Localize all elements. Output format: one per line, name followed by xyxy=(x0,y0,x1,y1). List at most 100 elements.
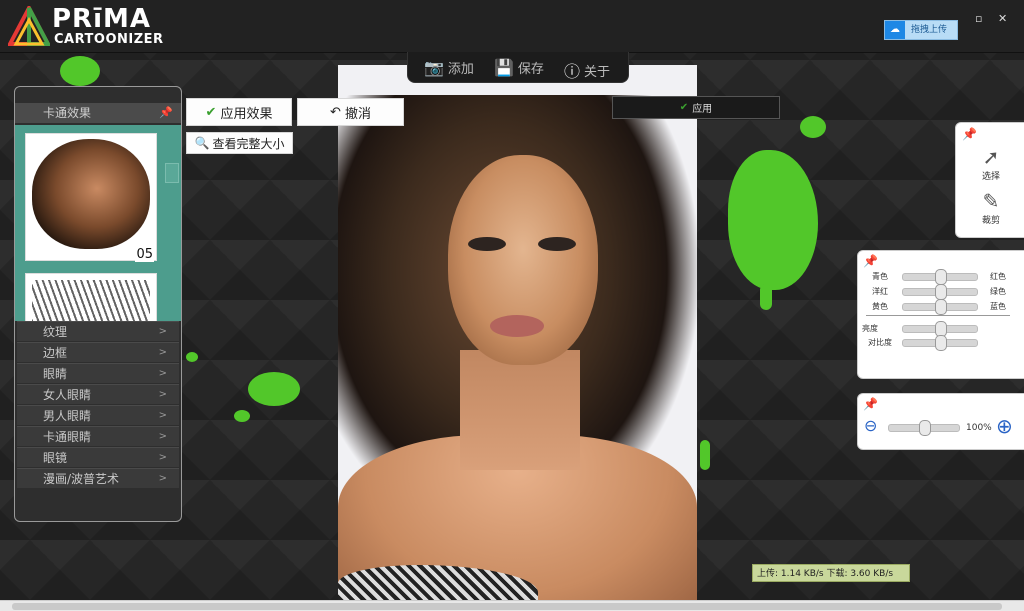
effects-panel: 卡通效果 📌 05 纹理 > 边框 > 眼睛 > 女人眼睛 > 男人眼睛 > 卡通眼睛 > … xyxy=(14,86,182,522)
cyan-label: 青色 xyxy=(872,272,888,281)
scrollbar-thumb[interactable] xyxy=(12,603,1002,610)
category-cartoon-eyes[interactable]: 卡通眼睛 > xyxy=(17,426,179,446)
network-status: 上传: 1.14 KB/s 下载: 3.60 KB/s xyxy=(752,564,910,582)
cloud-upload-icon: ☁ xyxy=(885,21,905,39)
save-button[interactable]: 💾 保存 xyxy=(494,58,544,77)
select-tool-label: 选择 xyxy=(981,172,1000,182)
divider xyxy=(866,315,1010,316)
undo-button[interactable]: ↶ 撤消 xyxy=(297,98,404,126)
pin-icon[interactable]: 📌 xyxy=(863,397,878,411)
thumbnail-portrait xyxy=(32,139,150,249)
category-label: 男人眼睛 xyxy=(43,409,92,423)
effects-panel-header[interactable]: 卡通效果 📌 xyxy=(15,103,181,123)
drag-upload-label: 拖拽上传 xyxy=(911,25,948,35)
chevron-right-icon: > xyxy=(158,431,167,442)
green-splash-decoration xyxy=(760,284,772,310)
contrast-label: 对比度 xyxy=(868,338,892,347)
main-toolbar: 📷 添加 💾 保存 ⓘ 关于 xyxy=(407,52,629,83)
app-window: PRīMA CARTOONIZER ☁ 拖拽上传 ▫ ✕ 📷 添加 💾 保存 ⓘ… xyxy=(0,0,1024,611)
green-splash-decoration xyxy=(728,150,818,290)
category-eyes[interactable]: 眼睛 > xyxy=(17,363,179,383)
crop-tool[interactable]: ✎ 裁剪 xyxy=(976,189,1006,226)
category-label: 眼镜 xyxy=(43,451,68,465)
thumbnail-number: 05 xyxy=(135,247,154,262)
checkmark-icon: ✔ xyxy=(205,104,217,120)
logo-icon xyxy=(8,6,50,46)
magenta-green-slider[interactable] xyxy=(902,284,978,300)
color-adjust-panel: 📌 青色 红色 洋红 绿色 黄色 蓝色 亮度 对比度 xyxy=(857,250,1024,379)
slider-knob[interactable] xyxy=(935,284,947,300)
zoom-icon: 🔍 xyxy=(194,136,210,150)
crop-icon: ✎ xyxy=(982,189,1000,213)
magenta-label: 洋红 xyxy=(872,287,888,296)
logo-title: PRīMA xyxy=(52,4,151,34)
pin-icon[interactable]: 📌 xyxy=(863,254,878,268)
thumbnail-scrollbar[interactable] xyxy=(165,163,179,183)
chevron-right-icon: > xyxy=(158,368,167,379)
undo-label: 撤消 xyxy=(344,106,371,122)
crop-tool-label: 裁剪 xyxy=(981,216,1000,226)
slider-knob[interactable] xyxy=(935,299,947,315)
category-label: 女人眼睛 xyxy=(43,388,92,402)
checkmark-icon: ✔ xyxy=(679,102,689,113)
restore-window-button[interactable]: ▫ xyxy=(975,12,982,25)
brightness-label: 亮度 xyxy=(862,324,878,333)
portrait-neck xyxy=(460,350,580,470)
drag-upload-button[interactable]: ☁ 拖拽上传 xyxy=(884,20,958,40)
zoom-slider[interactable] xyxy=(888,420,960,436)
category-border[interactable]: 边框 > xyxy=(17,342,179,362)
select-tool[interactable]: ➚ 选择 xyxy=(976,145,1006,182)
blue-label: 蓝色 xyxy=(990,302,1006,311)
chevron-right-icon: > xyxy=(158,473,167,484)
image-canvas[interactable] xyxy=(338,65,697,611)
effect-thumbnail[interactable]: 05 xyxy=(25,133,157,262)
apply-label: 应用 xyxy=(692,104,713,115)
green-splash-decoration xyxy=(800,116,826,138)
category-label: 卡通眼睛 xyxy=(43,430,92,444)
green-splash-decoration xyxy=(700,440,710,470)
category-glasses[interactable]: 眼镜 > xyxy=(17,447,179,467)
view-full-size-button[interactable]: 🔍 查看完整大小 xyxy=(186,132,293,154)
category-texture[interactable]: 纹理 > xyxy=(17,321,179,341)
add-label: 添加 xyxy=(447,62,474,77)
category-comic-pop-art[interactable]: 漫画/波普艺术 > xyxy=(17,468,179,488)
cyan-red-slider[interactable] xyxy=(902,269,978,285)
effect-thumbnail[interactable] xyxy=(25,273,157,325)
apply-effect-button[interactable]: ✔ 应用效果 xyxy=(186,98,292,126)
yellow-blue-slider[interactable] xyxy=(902,299,978,315)
chevron-right-icon: > xyxy=(158,410,167,421)
save-label: 保存 xyxy=(517,62,544,77)
tools-panel: 📌 ➚ 选择 ✎ 裁剪 xyxy=(955,122,1024,238)
brightness-slider[interactable] xyxy=(902,321,978,337)
about-button[interactable]: ⓘ 关于 xyxy=(564,58,610,82)
pin-icon[interactable]: 📌 xyxy=(159,103,173,123)
category-male-eyes[interactable]: 男人眼睛 > xyxy=(17,405,179,425)
green-splash-decoration xyxy=(186,352,198,362)
apply-button[interactable]: ✔ 应用 xyxy=(612,96,780,119)
add-button[interactable]: 📷 添加 xyxy=(424,58,474,77)
zoom-in-icon[interactable]: ⊕ xyxy=(996,414,1013,438)
slider-knob[interactable] xyxy=(919,420,931,436)
apply-effect-label: 应用效果 xyxy=(220,106,273,122)
slider-knob[interactable] xyxy=(935,269,947,285)
zoom-out-icon[interactable]: ⊖ xyxy=(864,416,877,435)
pin-icon[interactable]: 📌 xyxy=(962,127,977,141)
green-splash-decoration xyxy=(60,56,100,86)
chevron-right-icon: > xyxy=(158,452,167,463)
category-label: 纹理 xyxy=(43,325,68,339)
effects-panel-title: 卡通效果 xyxy=(43,106,92,120)
slider-knob[interactable] xyxy=(935,335,947,351)
horizontal-scrollbar[interactable] xyxy=(0,600,1024,611)
category-label: 边框 xyxy=(43,346,68,360)
close-window-button[interactable]: ✕ xyxy=(998,12,1007,25)
save-icon: 💾 xyxy=(494,58,514,77)
contrast-slider[interactable] xyxy=(902,335,978,351)
add-photo-icon: 📷 xyxy=(424,58,444,77)
category-label: 眼睛 xyxy=(43,367,68,381)
green-label: 绿色 xyxy=(990,287,1006,296)
category-female-eyes[interactable]: 女人眼睛 > xyxy=(17,384,179,404)
zoom-panel: 📌 ⊖ 100% ⊕ xyxy=(857,393,1024,450)
view-full-size-label: 查看完整大小 xyxy=(212,136,285,151)
chevron-right-icon: > xyxy=(158,389,167,400)
green-splash-decoration xyxy=(248,372,300,406)
